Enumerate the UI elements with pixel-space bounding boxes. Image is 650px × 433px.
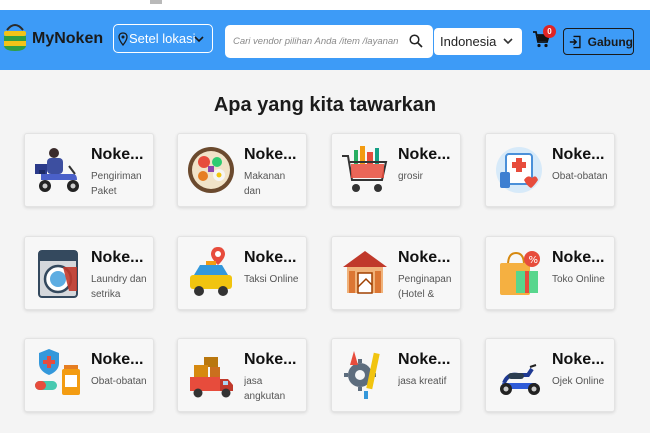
service-card-creative[interactable]: Noke... jasa kreatif <box>331 338 461 412</box>
service-description: Taksi Online <box>244 274 299 285</box>
service-card-lodging[interactable]: Noke... Penginapan (Hotel & Villa) <box>331 236 461 310</box>
service-card-moving[interactable]: Noke... jasa angkutan <box>177 338 307 412</box>
top-strip-fragment <box>150 0 162 4</box>
service-description: Makanan dan Minuman <box>244 171 286 197</box>
language-value: Indonesia <box>440 34 497 49</box>
chevron-down-icon <box>503 38 513 45</box>
language-select[interactable]: Indonesia <box>434 28 522 55</box>
service-card-taxi[interactable]: Noke... Taksi Online <box>177 236 307 310</box>
service-description: jasa angkutan <box>244 376 286 402</box>
location-pin-icon <box>118 31 128 46</box>
service-description: Toko Online <box>552 274 605 285</box>
service-title: Noke... <box>552 146 605 163</box>
brand-name[interactable]: MyNoken <box>32 30 103 48</box>
browser-top-strip <box>0 0 650 10</box>
service-description: Penginapan (Hotel & Villa) <box>398 274 452 300</box>
service-card-online-shop[interactable]: % Noke... Toko Online <box>485 236 615 310</box>
service-description: Pengiriman Paket <box>91 171 142 197</box>
service-title: Noke... <box>398 351 451 368</box>
service-description: grosir <box>398 171 424 182</box>
search-icon[interactable] <box>409 34 423 48</box>
service-description: Ojek Online <box>552 376 605 387</box>
service-card-ojek[interactable]: Noke... Ojek Online <box>485 338 615 412</box>
mynoken-logo-icon <box>4 24 26 51</box>
cart-count-badge: 0 <box>543 25 556 38</box>
delivery-scooter-icon <box>35 148 79 192</box>
shopping-bag-icon: % <box>500 251 540 295</box>
service-title: Noke... <box>244 351 297 368</box>
lodging-house-icon <box>343 251 387 294</box>
login-door-icon <box>569 35 581 48</box>
service-description: jasa kreatif <box>398 376 447 387</box>
search-input[interactable] <box>233 33 405 50</box>
service-title: Noke... <box>91 249 144 266</box>
service-title: Noke... <box>91 146 144 163</box>
service-card-delivery[interactable]: Noke... Pengiriman Paket <box>24 133 154 207</box>
location-label: Setel lokasi <box>129 31 196 46</box>
service-card-laundry[interactable]: Noke... Laundry dan setrika <box>24 236 154 310</box>
set-location-button[interactable]: Setel lokasi <box>113 24 213 53</box>
moving-truck-icon <box>190 357 233 398</box>
medicine-bottle-icon <box>35 349 80 395</box>
motorbike-icon <box>500 364 540 395</box>
service-title: Noke... <box>552 249 605 266</box>
join-button[interactable]: Gabung <box>563 28 634 55</box>
service-title: Noke... <box>244 249 297 266</box>
taxi-icon <box>190 247 232 296</box>
service-card-food[interactable]: Noke... Makanan dan Minuman <box>177 133 307 207</box>
service-title: Noke... <box>398 146 451 163</box>
search-box <box>225 25 433 58</box>
food-plate-icon <box>188 147 234 193</box>
service-description: Laundry dan setrika <box>91 274 147 300</box>
service-description: Obat-obatan <box>552 171 608 182</box>
join-label: Gabung <box>587 34 633 49</box>
service-title: Noke... <box>244 146 297 163</box>
creative-tools-icon <box>344 351 380 399</box>
service-title: Noke... <box>552 351 605 368</box>
svg-text:%: % <box>529 255 539 266</box>
service-description: Obat-obatan <box>91 376 147 387</box>
service-card-pharmacy[interactable]: Noke... Obat-obatan <box>24 338 154 412</box>
chevron-down-icon <box>194 36 204 43</box>
service-card-medicine[interactable]: Noke... Obat-obatan <box>485 133 615 207</box>
service-title: Noke... <box>91 351 144 368</box>
service-card-grocery[interactable]: Noke... grosir <box>331 133 461 207</box>
service-title: Noke... <box>398 249 451 266</box>
washing-machine-icon <box>38 250 78 298</box>
grocery-cart-icon <box>342 146 388 192</box>
medical-kit-icon <box>496 147 542 193</box>
section-heading: Apa yang kita tawarkan <box>213 94 437 116</box>
